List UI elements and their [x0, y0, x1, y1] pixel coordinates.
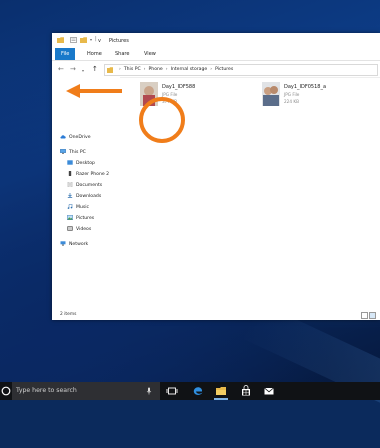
store-icon[interactable] — [240, 385, 252, 397]
file-name: Day1_IDF0518_a — [284, 84, 327, 90]
sidebar-item-phone[interactable]: Razer Phone 2 — [67, 170, 109, 180]
quick-access-dropdown-icon[interactable]: ▾ — [90, 37, 92, 42]
status-bar: 2 items — [52, 309, 380, 320]
sidebar-item-music[interactable]: Music — [67, 203, 89, 213]
large-icons-view-icon[interactable] — [369, 312, 376, 319]
computer-icon — [60, 149, 66, 154]
edge-browser-icon[interactable] — [192, 385, 204, 397]
sidebar-item-videos[interactable]: Videos — [67, 225, 91, 235]
title-bar: ▾ | v Pictures — [52, 33, 380, 48]
wallpaper-light-beam — [241, 301, 380, 448]
sidebar-item-downloads[interactable]: Downloads — [67, 192, 101, 202]
documents-icon — [67, 182, 73, 187]
details-view-icon[interactable] — [361, 312, 368, 319]
sidebar-item-label: Network — [69, 242, 89, 247]
sidebar-item-this-pc[interactable]: This PC — [60, 148, 86, 158]
file-explorer-window: ▾ | v Pictures File Home Share View ← → … — [52, 33, 380, 320]
sidebar-item-label: Downloads — [76, 194, 102, 199]
music-icon — [67, 204, 73, 209]
tab-home[interactable]: Home — [82, 48, 107, 60]
title-prefix: v — [98, 38, 101, 44]
tab-file[interactable]: File — [55, 48, 76, 60]
download-icon — [67, 193, 73, 198]
file-item[interactable]: Day1_IDF0518_a JPG File 224 KB — [262, 82, 352, 108]
mail-icon[interactable] — [263, 385, 275, 397]
annotation-overlay — [66, 84, 185, 143]
sidebar-item-label: Razer Phone 2 — [76, 172, 110, 177]
title-separator: | — [95, 36, 97, 42]
sidebar-item-label: Desktop — [76, 161, 95, 166]
breadcrumb-pictures[interactable]: Pictures — [215, 65, 233, 75]
item-count: 2 items — [60, 312, 77, 317]
image-thumbnail — [262, 82, 280, 106]
desktop-icon — [67, 160, 73, 165]
microphone-icon[interactable] — [146, 387, 152, 395]
sidebar-item-pictures[interactable]: Pictures — [67, 214, 94, 224]
properties-icon[interactable] — [70, 37, 77, 43]
new-folder-icon[interactable] — [80, 37, 87, 43]
taskbar: Type here to search — [0, 382, 380, 400]
task-view-icon[interactable] — [166, 385, 178, 397]
window-title: Pictures — [109, 38, 129, 44]
breadcrumb-separator: › — [210, 67, 213, 72]
sidebar-item-label: Documents — [76, 183, 103, 188]
sidebar-item-label: This PC — [69, 150, 86, 155]
folder-icon — [57, 37, 64, 43]
tab-share[interactable]: Share — [110, 48, 134, 60]
search-placeholder: Type here to search — [16, 387, 77, 394]
sidebar-item-label: Videos — [76, 227, 92, 232]
tab-view[interactable]: View — [139, 48, 161, 60]
annotation-arrow-head — [66, 84, 80, 98]
sidebar-item-label: Pictures — [76, 216, 95, 221]
phone-icon — [68, 171, 72, 176]
network-icon — [60, 241, 66, 246]
sidebar-item-desktop[interactable]: Desktop — [67, 159, 95, 169]
sidebar-item-label: Music — [76, 205, 90, 210]
file-type: JPG File — [284, 92, 300, 97]
taskbar-search-box[interactable]: Type here to search — [12, 382, 160, 400]
sidebar-item-network[interactable]: Network — [60, 240, 88, 250]
file-explorer-icon[interactable] — [215, 385, 227, 397]
sidebar-item-documents[interactable]: Documents — [67, 181, 102, 191]
cortana-circle-icon[interactable] — [0, 382, 12, 400]
annotation-circle — [139, 97, 185, 143]
file-size: 224 KB — [284, 99, 299, 104]
ribbon-tabs: File Home Share View — [52, 48, 380, 61]
videos-icon — [67, 226, 73, 231]
pictures-icon — [67, 215, 73, 220]
